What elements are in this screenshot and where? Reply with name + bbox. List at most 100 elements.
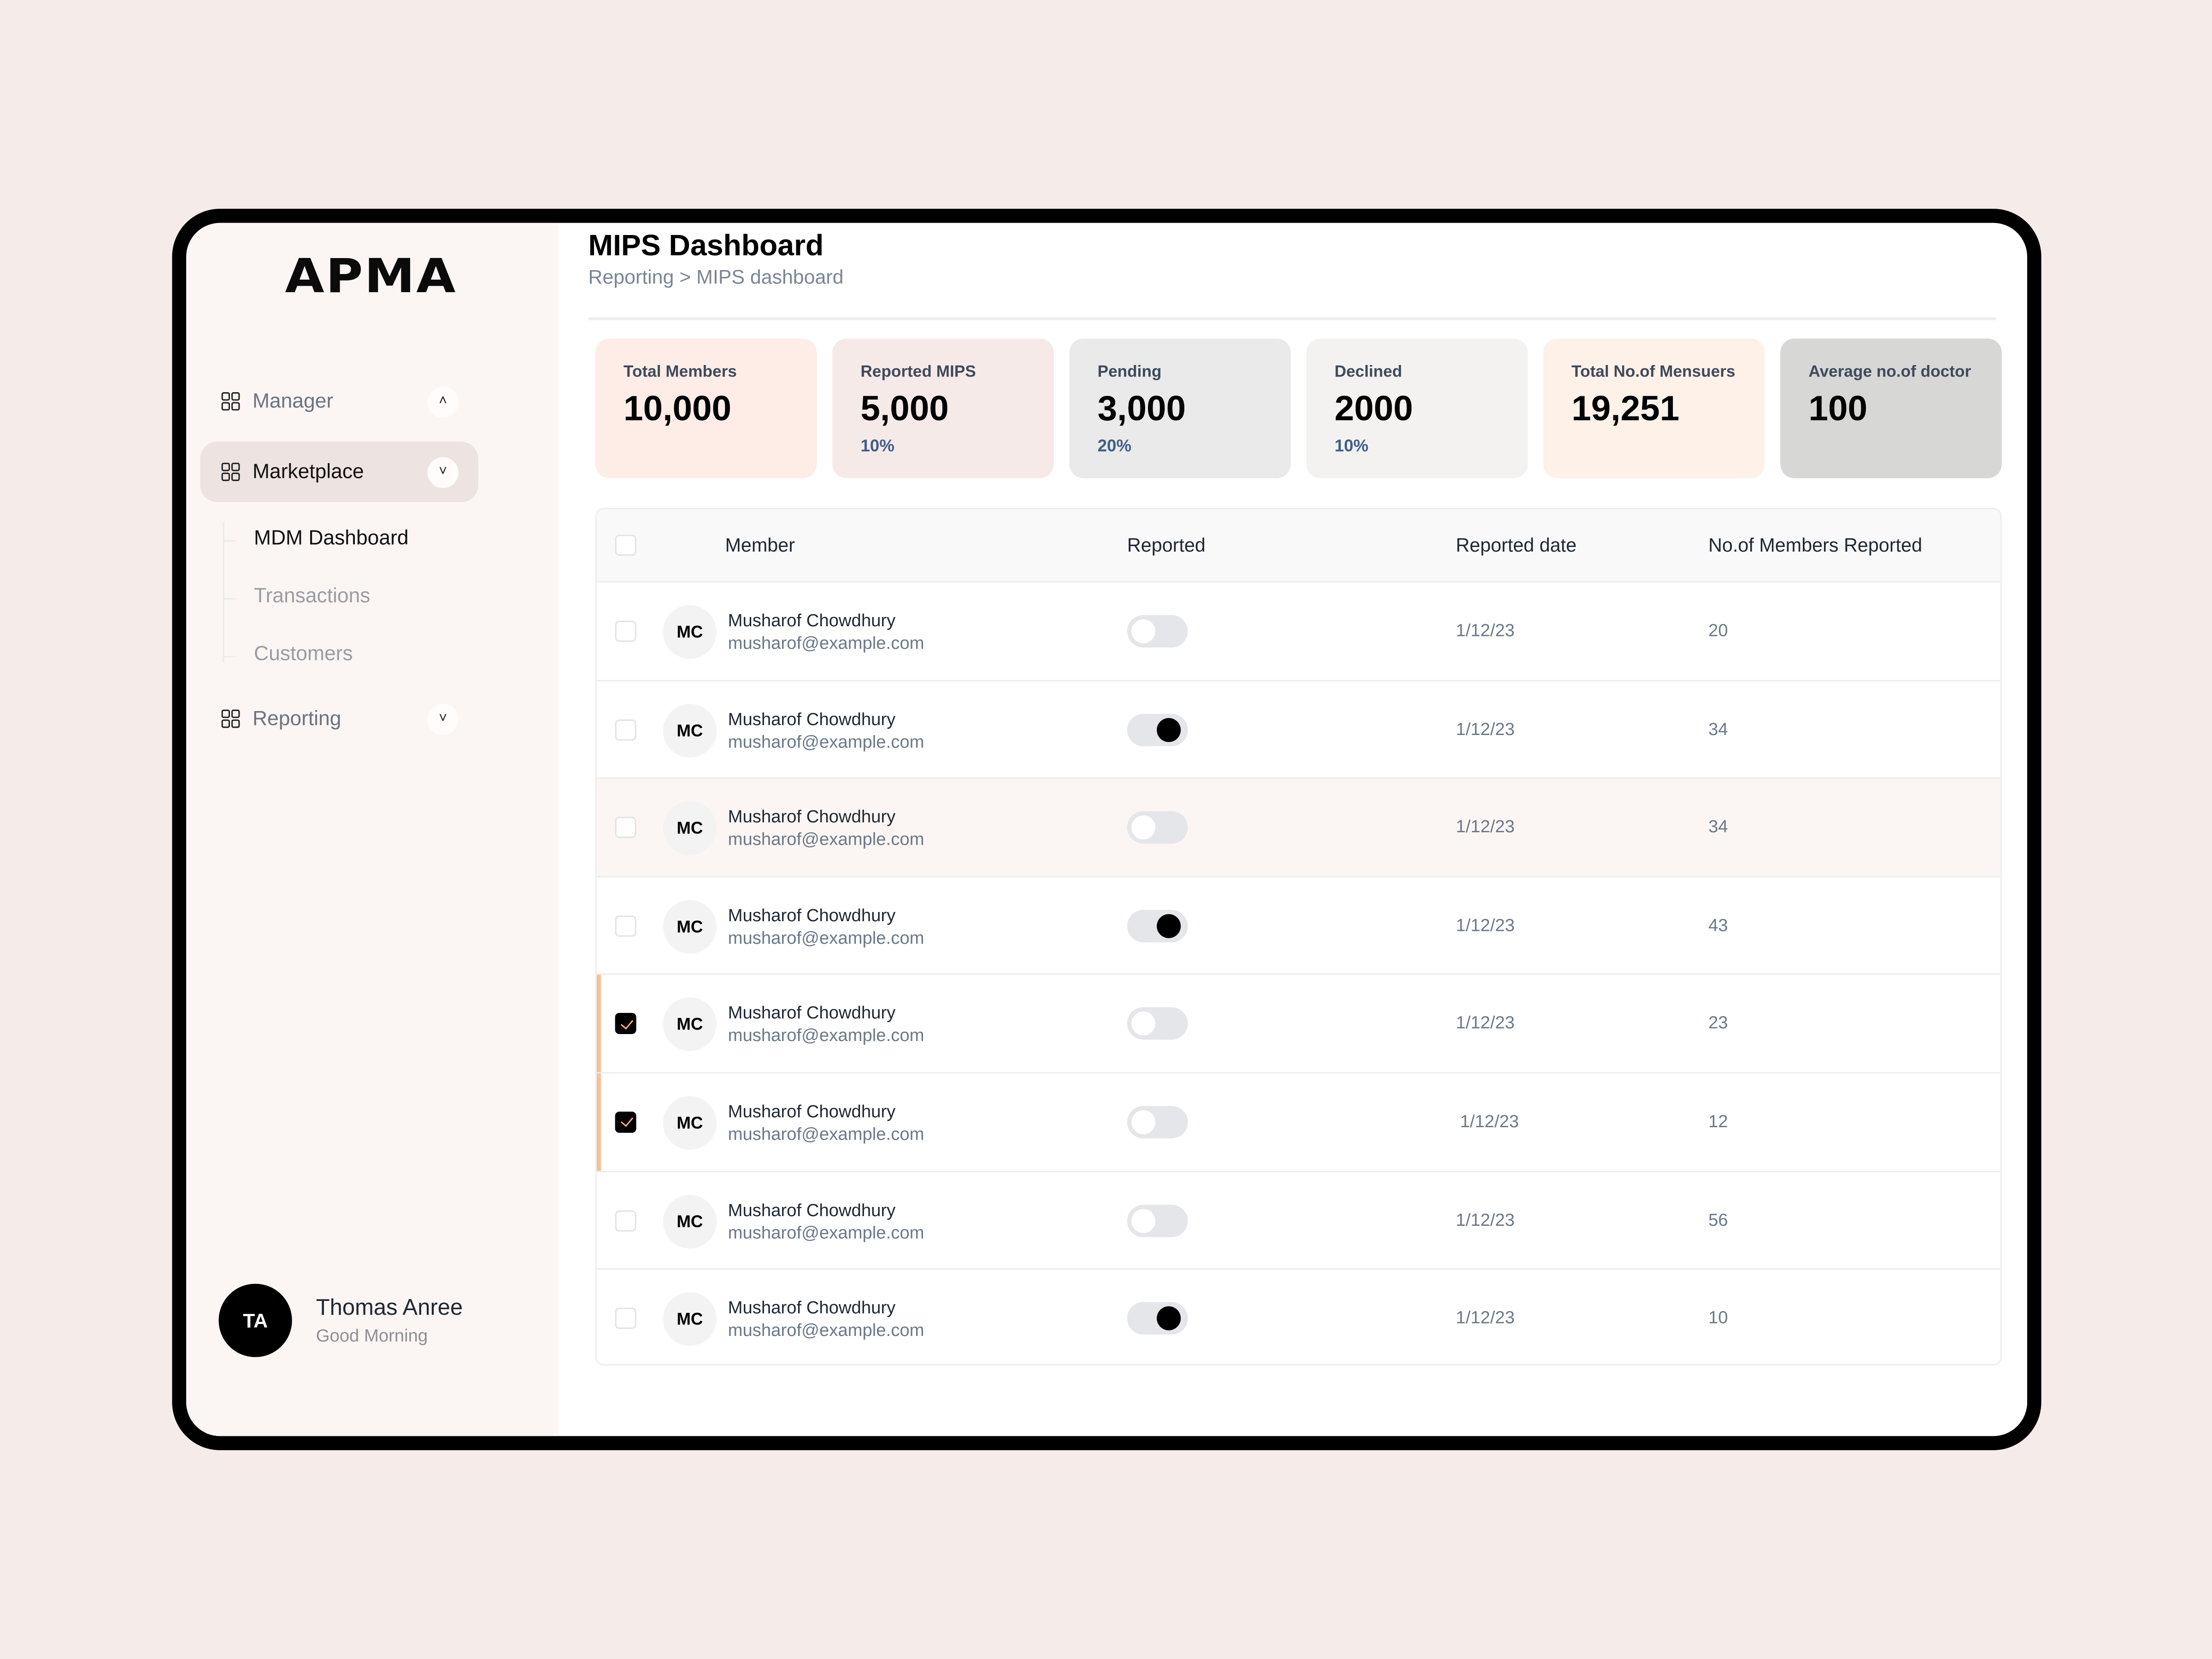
members-reported-count: 56 <box>1708 1210 1728 1230</box>
members-reported-count: 20 <box>1708 620 1728 641</box>
stat-card[interactable]: Reported MIPS 5,000 10% <box>832 338 1054 478</box>
reported-toggle[interactable] <box>1127 1302 1188 1335</box>
stat-value: 2000 <box>1334 389 1413 429</box>
member-email: musharof@example.com <box>728 1026 924 1046</box>
table-header: Member Reported Reported date No.of Memb… <box>596 509 2000 582</box>
table-row[interactable]: MC Musharof Chowdhury musharof@example.com… <box>596 679 2000 778</box>
row-checkbox[interactable] <box>615 1013 636 1035</box>
sidebar-item-label: Marketplace <box>252 460 364 483</box>
reported-toggle[interactable] <box>1127 909 1188 942</box>
toggle-knob <box>1131 815 1156 840</box>
table-row[interactable]: MC Musharof Chowdhury musharof@example.com… <box>596 1268 2000 1365</box>
avatar: MC <box>663 1194 717 1248</box>
stat-label: Pending <box>1097 364 1162 381</box>
stat-card[interactable]: Declined 2000 10% <box>1306 338 1528 478</box>
reported-date: 1/12/23 <box>1456 817 1515 837</box>
reported-date: 1/12/23 <box>1456 1210 1515 1230</box>
table-row[interactable]: MC Musharof Chowdhury musharof@example.com… <box>596 581 2000 680</box>
stat-card[interactable]: Pending 3,000 20% <box>1069 338 1291 478</box>
members-reported-count: 12 <box>1708 1112 1728 1131</box>
reported-toggle[interactable] <box>1127 1106 1188 1139</box>
stat-cards: Total Members 10,000 Reported MIPS 5,000 10%… <box>595 338 2002 478</box>
member-email: musharof@example.com <box>728 633 924 653</box>
stat-card[interactable]: Total Members 10,000 <box>595 338 817 478</box>
app-logo: APMA <box>285 250 457 304</box>
toggle-knob <box>1131 1208 1156 1233</box>
reported-date: 1/12/23 <box>1460 1112 1519 1131</box>
reported-date: 1/12/23 <box>1456 1308 1515 1328</box>
table-body: MC Musharof Chowdhury musharof@example.com… <box>596 581 2000 1365</box>
column-header-member[interactable]: Member <box>725 535 795 556</box>
grid-icon <box>221 709 240 728</box>
member-name: Musharof Chowdhury <box>728 1101 896 1122</box>
grid-icon <box>221 463 240 481</box>
members-reported-count: 10 <box>1708 1308 1728 1328</box>
stat-card[interactable]: Total No.of Mensuers 19,251 <box>1543 338 1765 478</box>
row-checkbox[interactable] <box>615 620 636 642</box>
grid-icon <box>221 392 240 411</box>
reported-date: 1/12/23 <box>1456 718 1515 739</box>
stat-percent: 10% <box>1334 435 1369 456</box>
breadcrumb[interactable]: Reporting > MIPS dashboard <box>588 265 844 288</box>
table-row[interactable]: MC Musharof Chowdhury musharof@example.com… <box>596 974 2000 1072</box>
chevron-up-icon[interactable]: ˄ <box>427 386 459 417</box>
chevron-down-icon[interactable]: ˅ <box>427 703 459 735</box>
column-header-reported-date[interactable]: Reported date <box>1456 535 1577 556</box>
member-name: Musharof Chowdhury <box>728 807 896 827</box>
reported-toggle[interactable] <box>1127 1204 1188 1237</box>
table-row[interactable]: MC Musharof Chowdhury musharof@example.com… <box>596 777 2000 876</box>
sidebar-subitem-customers[interactable]: Customers <box>223 643 353 666</box>
member-name: Musharof Chowdhury <box>728 1200 896 1220</box>
stat-value: 3,000 <box>1097 389 1186 429</box>
row-checkbox[interactable] <box>615 1210 636 1231</box>
device-frame: APMA Manager ˄ Marketplace ˅ MDM Dashboa… <box>172 209 2041 1450</box>
user-profile[interactable]: TA Thomas Anree Good Morning <box>218 1283 463 1357</box>
reported-toggle[interactable] <box>1127 713 1188 746</box>
member-name: Musharof Chowdhury <box>728 1003 896 1024</box>
stat-percent: 20% <box>1097 435 1132 456</box>
toggle-knob <box>1157 913 1181 938</box>
toggle-knob <box>1157 1306 1181 1331</box>
sidebar-subitem-mdm-dashboard[interactable]: MDM Dashboard <box>223 528 409 550</box>
table-row[interactable]: MC Musharof Chowdhury musharof@example.com… <box>596 1072 2000 1171</box>
select-all-checkbox[interactable] <box>615 535 636 556</box>
row-checkbox[interactable] <box>615 817 636 838</box>
toggle-knob <box>1131 1110 1156 1135</box>
table-row[interactable]: MC Musharof Chowdhury musharof@example.com… <box>596 876 2000 974</box>
sidebar-subitem-transactions[interactable]: Transactions <box>223 585 370 608</box>
sidebar-item-label: Reporting <box>252 707 341 730</box>
sidebar-item-reporting[interactable]: Reporting ˅ <box>200 688 478 749</box>
chevron-down-icon[interactable]: ˅ <box>427 456 459 488</box>
members-table: Member Reported Reported date No.of Memb… <box>595 508 2002 1366</box>
avatar: MC <box>663 605 717 659</box>
submenu-tree-line <box>223 522 224 663</box>
app-window: APMA Manager ˄ Marketplace ˅ MDM Dashboa… <box>186 223 2027 1436</box>
member-name: Musharof Chowdhury <box>728 905 896 925</box>
avatar: TA <box>218 1283 292 1357</box>
toggle-knob <box>1157 717 1181 741</box>
column-header-members-reported[interactable]: No.of Members Reported <box>1708 535 1922 556</box>
sidebar-item-manager[interactable]: Manager ˄ <box>200 371 478 432</box>
main-content: MIPS Dashboard Reporting > MIPS dashboar… <box>559 223 2027 1436</box>
row-checkbox[interactable] <box>615 915 636 936</box>
stat-value: 19,251 <box>1571 389 1680 429</box>
row-checkbox[interactable] <box>615 1308 636 1330</box>
sidebar: APMA Manager ˄ Marketplace ˅ MDM Dashboa… <box>186 223 559 1436</box>
row-checkbox[interactable] <box>615 1112 636 1133</box>
table-row[interactable]: MC Musharof Chowdhury musharof@example.com… <box>596 1170 2000 1269</box>
members-reported-count: 34 <box>1708 718 1728 739</box>
reported-date: 1/12/23 <box>1456 620 1515 641</box>
stat-card[interactable]: Average no.of doctor 100 <box>1780 338 2002 478</box>
reported-toggle[interactable] <box>1127 1007 1188 1041</box>
toggle-knob <box>1131 619 1156 643</box>
sidebar-item-marketplace[interactable]: Marketplace ˅ <box>200 441 478 502</box>
toggle-knob <box>1131 1012 1156 1036</box>
reported-toggle[interactable] <box>1127 615 1188 648</box>
stat-value: 10,000 <box>624 389 732 429</box>
member-email: musharof@example.com <box>728 830 924 850</box>
member-name: Musharof Chowdhury <box>728 709 896 729</box>
column-header-reported[interactable]: Reported <box>1127 535 1206 556</box>
row-checkbox[interactable] <box>615 718 636 740</box>
reported-toggle[interactable] <box>1127 811 1188 844</box>
avatar: MC <box>663 801 717 855</box>
